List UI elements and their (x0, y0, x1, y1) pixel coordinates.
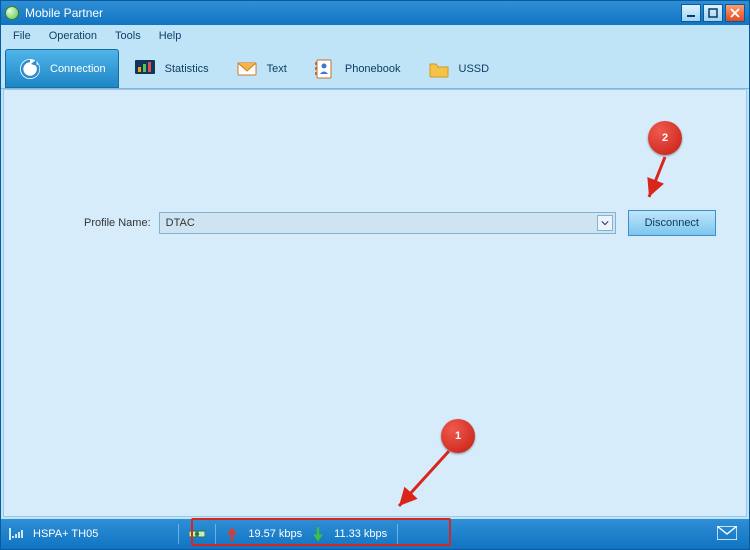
minimize-button[interactable] (681, 4, 701, 22)
mail-icon[interactable] (717, 526, 737, 543)
tab-text[interactable]: Text (223, 49, 299, 88)
signal-icon (9, 526, 23, 543)
window-controls (681, 4, 745, 22)
tab-ussd[interactable]: USSD (415, 49, 502, 88)
titlebar[interactable]: Mobile Partner (1, 1, 749, 25)
tab-phonebook-label: Phonebook (345, 63, 401, 75)
statusbar: HSPA+ TH05 19.57 kbps 11.33 kbps (1, 519, 749, 549)
menu-operation[interactable]: Operation (41, 27, 105, 45)
profile-row: Profile Name: DTAC Disconnect (84, 210, 716, 236)
profile-select[interactable]: DTAC (159, 212, 616, 234)
app-icon (5, 6, 19, 20)
chevron-down-icon (597, 215, 613, 231)
toolbar: Connection Statistics Text Phonebook USS… (1, 47, 749, 89)
download-icon (312, 527, 324, 541)
tab-phonebook[interactable]: Phonebook (301, 49, 413, 88)
tab-statistics[interactable]: Statistics (121, 49, 221, 88)
refresh-icon (18, 57, 42, 81)
menu-help[interactable]: Help (151, 27, 190, 45)
upload-label: 19.57 kbps (248, 528, 302, 540)
window-title: Mobile Partner (25, 6, 681, 20)
network-label: HSPA+ TH05 (33, 528, 98, 540)
tab-connection[interactable]: Connection (5, 49, 119, 88)
maximize-button[interactable] (703, 4, 723, 22)
close-button[interactable] (725, 4, 745, 22)
tab-ussd-label: USSD (459, 63, 490, 75)
tab-text-label: Text (267, 63, 287, 75)
disconnect-button[interactable]: Disconnect (628, 210, 716, 236)
profile-label: Profile Name: (84, 217, 151, 229)
upload-icon (226, 527, 238, 541)
separator (178, 524, 179, 544)
folder-icon (427, 57, 451, 81)
content-area: Profile Name: DTAC Disconnect (3, 89, 747, 517)
chart-icon (133, 57, 157, 81)
tab-connection-label: Connection (50, 63, 106, 75)
link-icon (189, 527, 205, 541)
contact-icon (313, 57, 337, 81)
tab-statistics-label: Statistics (165, 63, 209, 75)
envelope-icon (235, 57, 259, 81)
download-label: 11.33 kbps (334, 528, 387, 540)
separator (397, 524, 398, 544)
app-window: Mobile Partner File Operation Tools Help… (0, 0, 750, 550)
menubar: File Operation Tools Help (1, 25, 749, 47)
menu-tools[interactable]: Tools (107, 27, 149, 45)
separator (215, 524, 216, 544)
profile-value: DTAC (166, 217, 195, 229)
menu-file[interactable]: File (5, 27, 39, 45)
